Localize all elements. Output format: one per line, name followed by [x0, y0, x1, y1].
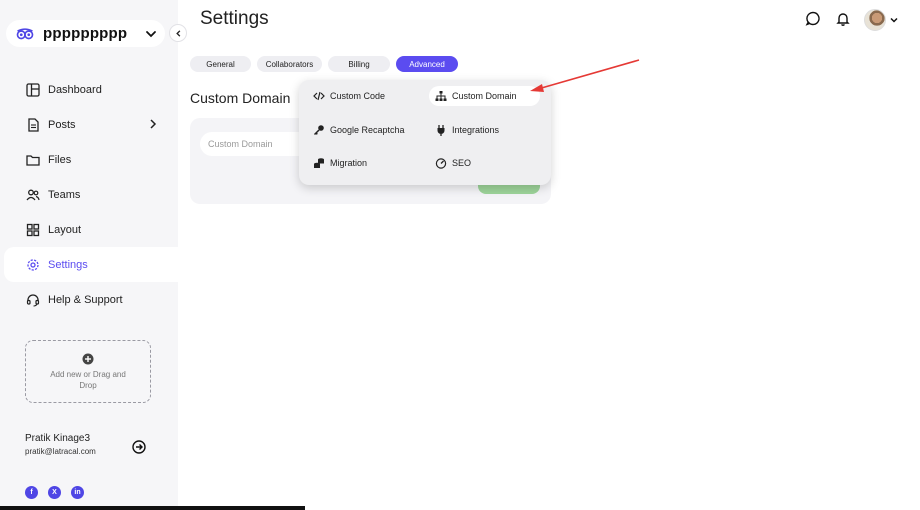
document-icon [26, 117, 40, 132]
menu-item-label: SEO [452, 158, 472, 168]
gear-icon [26, 258, 40, 272]
folder-icon [26, 153, 40, 167]
menu-item-label: Migration [330, 158, 368, 168]
chat-icon[interactable] [805, 11, 821, 27]
social-links: f X in [25, 486, 84, 499]
sidebar-item-label: Layout [48, 223, 82, 236]
user-email: pratik@latracal.com [25, 447, 96, 456]
workspace-switcher[interactable]: ppppppppp [6, 20, 165, 47]
sidebar-nav: Dashboard Posts Files Teams Layout Setti… [0, 72, 178, 317]
menu-item-label: Custom Code [330, 91, 386, 101]
sidebar-item-files[interactable]: Files [0, 142, 178, 177]
sitemap-icon [435, 90, 447, 102]
menu-item-label: Custom Domain [452, 91, 517, 101]
x-twitter-icon[interactable]: X [48, 486, 61, 499]
plus-circle-icon [82, 353, 94, 364]
sidebar-item-settings[interactable]: Settings [4, 247, 178, 282]
tab-billing[interactable]: Billing [328, 56, 390, 72]
status-bar [0, 506, 305, 510]
menu-item-seo[interactable]: SEO [429, 153, 477, 173]
user-info: Pratik Kinage3 pratik@latracal.com [25, 433, 96, 456]
tab-collaborators[interactable]: Collaborators [257, 56, 322, 72]
grid-icon [26, 223, 40, 237]
add-dropzone[interactable]: Add new or Drag and Drop [25, 340, 151, 403]
owl-logo-icon [16, 27, 34, 39]
chevron-down-icon[interactable] [889, 15, 899, 25]
sidebar-item-layout[interactable]: Layout [0, 212, 178, 247]
logout-icon[interactable] [132, 440, 146, 454]
key-icon [313, 124, 325, 136]
sidebar-item-dashboard[interactable]: Dashboard [0, 72, 178, 107]
user-name: Pratik Kinage3 [25, 433, 91, 444]
app-root: ppppppppp Dashboard Posts Files Teams La… [0, 0, 920, 510]
section-title: Custom Domain [190, 90, 291, 106]
linkedin-icon[interactable]: in [71, 486, 84, 499]
sidebar-item-label: Dashboard [48, 83, 102, 96]
menu-item-migration[interactable]: Migration [307, 153, 373, 173]
code-icon [313, 90, 325, 102]
settings-tabs: General Collaborators Billing Advanced [190, 56, 458, 72]
dashboard-icon [26, 82, 40, 97]
menu-item-custom-domain[interactable]: Custom Domain [429, 86, 540, 106]
collapse-sidebar-button[interactable] [169, 24, 187, 42]
tab-general[interactable]: General [190, 56, 251, 72]
menu-item-integrations[interactable]: Integrations [429, 120, 505, 140]
facebook-icon[interactable]: f [25, 486, 38, 499]
menu-item-label: Google Recaptcha [330, 125, 405, 135]
gauge-icon [435, 157, 447, 169]
dropzone-label: Add new or Drag and Drop [50, 369, 126, 390]
menu-item-google-recaptcha[interactable]: Google Recaptcha [307, 120, 411, 140]
users-icon [26, 188, 40, 202]
sidebar-item-label: Help & Support [48, 293, 123, 306]
advanced-dropdown-menu: Custom Code Custom Domain Google Recaptc… [299, 80, 551, 185]
page-title: Settings [200, 8, 269, 29]
sidebar-item-label: Posts [48, 118, 76, 131]
chevron-right-icon [150, 119, 157, 129]
headset-icon [26, 293, 40, 307]
chevron-down-icon [146, 30, 156, 37]
database-icon [313, 157, 325, 169]
avatar[interactable] [864, 9, 886, 31]
sidebar: ppppppppp Dashboard Posts Files Teams La… [0, 0, 178, 510]
sidebar-item-label: Files [48, 153, 72, 166]
bell-icon[interactable] [835, 11, 851, 27]
chevron-left-icon [175, 29, 180, 37]
sidebar-item-teams[interactable]: Teams [0, 177, 178, 212]
sidebar-item-posts[interactable]: Posts [0, 107, 178, 142]
menu-item-custom-code[interactable]: Custom Code [307, 86, 391, 106]
custom-domain-input[interactable] [200, 132, 310, 156]
workspace-name: ppppppppp [43, 25, 128, 42]
tab-advanced[interactable]: Advanced [396, 56, 458, 72]
sidebar-item-label: Teams [48, 188, 81, 201]
plug-icon [435, 124, 447, 136]
sidebar-item-help[interactable]: Help & Support [0, 282, 178, 317]
sidebar-item-label: Settings [48, 258, 88, 271]
menu-item-label: Integrations [452, 125, 500, 135]
